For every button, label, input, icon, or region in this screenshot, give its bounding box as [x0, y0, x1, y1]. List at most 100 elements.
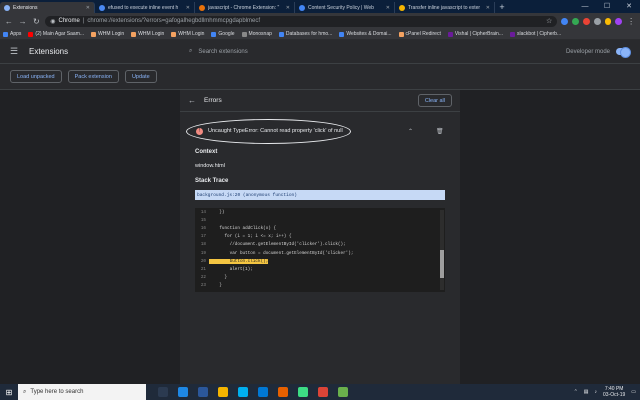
- tab-close-icon[interactable]: ✕: [486, 5, 490, 11]
- code-line: 20 button.click();: [195, 257, 445, 265]
- tab-label: javascript - Chrome Extension: ": [208, 4, 280, 11]
- taskbar-search[interactable]: ⌕ Type here to search: [18, 384, 146, 400]
- code-text: }: [209, 275, 228, 281]
- line-number: 20: [200, 258, 206, 264]
- chevron-up-icon[interactable]: ⌃: [574, 389, 578, 395]
- extensions-actions: Load unpacked Pack extension Update: [0, 64, 640, 90]
- bookmark-item[interactable]: WHM Login: [171, 31, 204, 37]
- skype-icon[interactable]: [238, 387, 248, 397]
- maximize-icon[interactable]: ☐: [596, 0, 618, 13]
- clock[interactable]: 7:40 PM 03-Oct-19: [603, 386, 625, 398]
- browser-tab[interactable]: Content Security Policy | Web ✕: [295, 2, 395, 13]
- menu-dots-icon[interactable]: ⋮: [626, 17, 636, 26]
- browser-tab[interactable]: Extensions ✕: [0, 2, 95, 13]
- bookmark-icon: [278, 31, 284, 37]
- forward-icon[interactable]: →: [18, 17, 28, 26]
- chrome-icon[interactable]: [318, 387, 328, 397]
- tab-label: Extensions: [13, 4, 38, 11]
- load-unpacked-button[interactable]: Load unpacked: [10, 70, 62, 83]
- bookmark-label: Websites & Domai...: [346, 31, 392, 37]
- task-view-icon[interactable]: [158, 387, 168, 397]
- edge-icon[interactable]: [178, 387, 188, 397]
- tab-close-icon[interactable]: ✕: [86, 5, 90, 11]
- delete-icon[interactable]: 🗑: [436, 128, 444, 135]
- address-bar[interactable]: ◉ Chrome | chrome://extensions/?errors=g…: [45, 15, 558, 27]
- update-button[interactable]: Update: [124, 70, 157, 83]
- context-value: window.html: [195, 163, 225, 169]
- network-icon[interactable]: ▤: [584, 389, 589, 395]
- tab-favicon-icon: [99, 4, 105, 11]
- line-number: 17: [200, 234, 206, 240]
- bookmark-label: Vishal | CipherBrain...: [454, 31, 504, 37]
- bookmark-label: (2) Main Agar Saam...: [35, 31, 85, 37]
- word-icon[interactable]: [198, 387, 208, 397]
- code-line: 15: [195, 216, 445, 224]
- context-heading: Context: [195, 149, 218, 155]
- bookmark-item[interactable]: Google: [211, 31, 235, 37]
- taskbar-search-input[interactable]: Type here to search: [30, 389, 83, 395]
- bookmark-item[interactable]: Vishal | CipherBrain...: [447, 31, 504, 37]
- extension-icon-5[interactable]: [604, 17, 612, 25]
- browser-toolbar: ← → ↻ ◉ Chrome | chrome://extensions/?er…: [0, 13, 640, 29]
- code-line: 14 }): [195, 208, 445, 216]
- file-explorer-icon[interactable]: [218, 387, 228, 397]
- bookmark-item[interactable]: (2) Main Agar Saam...: [28, 31, 84, 37]
- tab-close-icon[interactable]: ✕: [186, 5, 190, 11]
- stack-frame[interactable]: background.js:20 (anonymous function): [195, 190, 445, 200]
- code-scrollbar[interactable]: [440, 210, 444, 290]
- new-tab-button[interactable]: +: [495, 2, 509, 13]
- tab-close-icon[interactable]: ✕: [386, 5, 390, 11]
- bookmark-item[interactable]: cPanel Redirect: [398, 31, 441, 37]
- error-entry[interactable]: ! Uncaught TypeError: Cannot read proper…: [186, 119, 454, 144]
- bookmark-item[interactable]: slackbot | Cipherb...: [510, 31, 561, 37]
- window-controls: — ☐ ✕: [574, 0, 640, 13]
- chevron-up-icon[interactable]: ⌃: [408, 128, 413, 135]
- back-icon[interactable]: ←: [4, 17, 14, 26]
- tab-close-icon[interactable]: ✕: [286, 5, 290, 11]
- hamburger-menu-icon[interactable]: ☰: [10, 46, 24, 57]
- volume-icon[interactable]: ♪: [595, 389, 598, 395]
- system-tray: ⌃ ▤ ♪ 7:40 PM 03-Oct-19 ▭: [574, 386, 640, 398]
- bookmark-item[interactable]: Apps: [3, 31, 21, 37]
- extension-icon-2[interactable]: [572, 17, 579, 25]
- bookmark-label: slackbot | Cipherb...: [517, 31, 562, 37]
- notepad-icon[interactable]: [338, 387, 348, 397]
- search-icon: ⌕: [189, 48, 193, 54]
- extensions-search[interactable]: ⌕ Search extensions: [189, 48, 429, 55]
- page-title: Extensions: [29, 47, 69, 56]
- code-text: function addClick(x) {: [209, 225, 277, 231]
- bookmark-item[interactable]: Databases for hmo...: [278, 31, 332, 37]
- errors-panel: ← Errors Clear all ! Uncaught TypeError:…: [180, 90, 460, 384]
- browser-tab[interactable]: javascript - Chrome Extension: " ✕: [195, 2, 295, 13]
- windows-start-icon[interactable]: ⊞: [0, 388, 18, 397]
- bookmark-star-icon[interactable]: ☆: [546, 17, 552, 25]
- search-input[interactable]: Search extensions: [198, 49, 247, 55]
- url-text: chrome://extensions/?errors=gafogalhegbd…: [87, 18, 260, 24]
- close-window-icon[interactable]: ✕: [618, 0, 640, 13]
- browser-tab[interactable]: efused to execute inline event h ✕: [95, 2, 195, 13]
- extension-icon-4[interactable]: [593, 17, 601, 25]
- bookmark-item[interactable]: WHM Login: [91, 31, 124, 37]
- bookmark-item[interactable]: Monosnap: [241, 31, 272, 37]
- browser-tab[interactable]: Transfer inline javascript to exter ✕: [395, 2, 495, 13]
- bookmark-item[interactable]: WHM Login: [131, 31, 164, 37]
- minimize-icon[interactable]: —: [574, 0, 596, 13]
- code-line: 19 var button = document.getElementById(…: [195, 249, 445, 257]
- developer-mode-toggle[interactable]: [616, 47, 631, 58]
- bookmark-label: WHM Login: [178, 31, 205, 37]
- code-line: 18 //document.getElementById('clicker').…: [195, 241, 445, 249]
- code-scrollbar-thumb[interactable]: [440, 250, 444, 278]
- taskbar-apps: [158, 387, 348, 397]
- pack-extension-button[interactable]: Pack extension: [67, 70, 119, 83]
- bookmark-item[interactable]: Websites & Domai...: [339, 31, 392, 37]
- photos-icon[interactable]: [258, 387, 268, 397]
- firefox-icon[interactable]: [278, 387, 288, 397]
- extension-icon-1[interactable]: [561, 17, 569, 25]
- back-arrow-icon[interactable]: ←: [188, 96, 204, 105]
- extension-icon-3[interactable]: [582, 17, 590, 25]
- notifications-icon[interactable]: ▭: [631, 389, 636, 395]
- profile-avatar[interactable]: [615, 17, 623, 25]
- clear-all-button[interactable]: Clear all: [417, 94, 452, 107]
- reload-icon[interactable]: ↻: [32, 17, 42, 26]
- android-studio-icon[interactable]: [298, 387, 308, 397]
